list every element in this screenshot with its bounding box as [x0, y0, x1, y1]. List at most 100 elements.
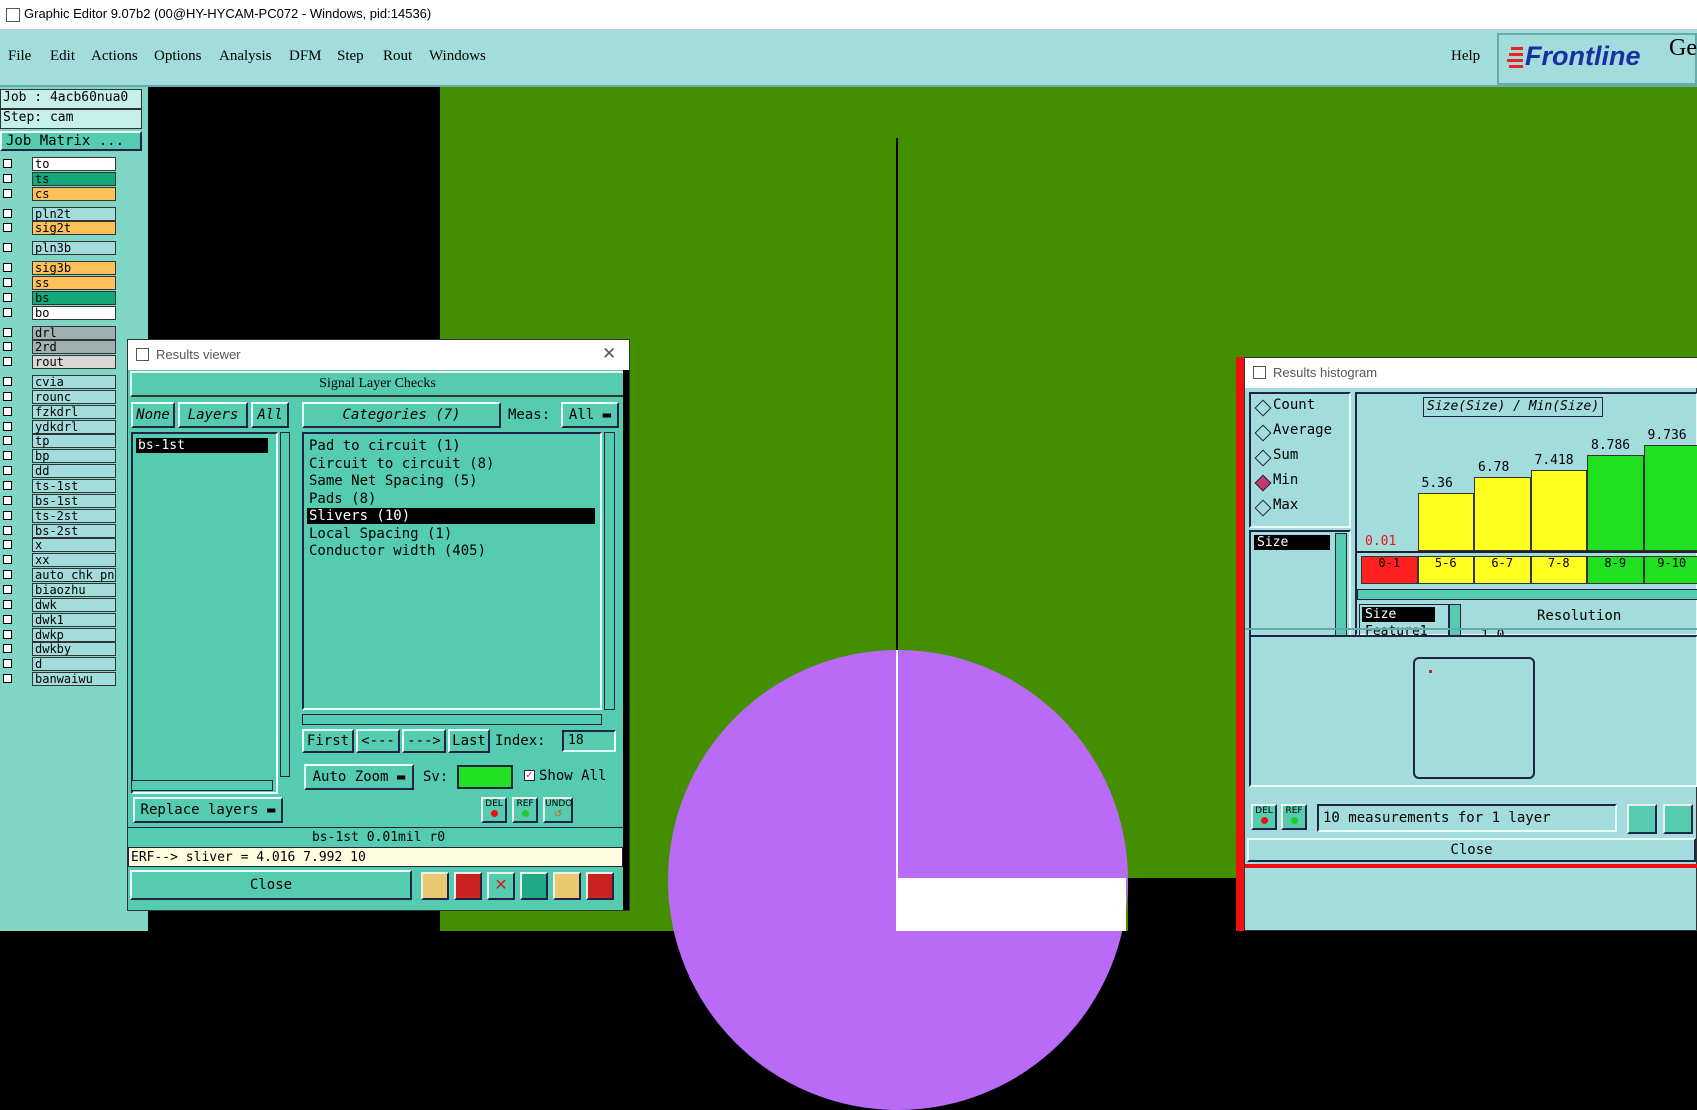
menu-rout[interactable]: Rout — [383, 48, 412, 65]
mode-radio-count[interactable] — [1255, 400, 1272, 417]
layer-row[interactable]: bp — [0, 449, 118, 463]
mode-radio-sum[interactable] — [1255, 450, 1272, 467]
histogram-bar[interactable] — [1587, 455, 1644, 551]
layer-checkbox[interactable] — [3, 659, 12, 668]
layer-name[interactable]: bp — [32, 449, 116, 463]
menu-file[interactable]: File — [8, 48, 31, 65]
layer-checkbox[interactable] — [3, 422, 12, 431]
layer-checkbox[interactable] — [3, 357, 12, 366]
category-item[interactable]: Pad to circuit (1) — [307, 438, 595, 454]
toolbar-histogram-icon[interactable] — [586, 872, 614, 900]
layer-row[interactable]: ts-2st — [0, 509, 118, 523]
next-button[interactable]: ---> — [402, 729, 446, 753]
toolbar-delete-icon[interactable]: ✕ — [487, 872, 515, 900]
first-button[interactable]: First — [302, 729, 354, 753]
layer-row[interactable]: dd — [0, 464, 118, 478]
categories-scrollbar[interactable] — [604, 432, 615, 710]
layer-row[interactable]: x — [0, 538, 118, 552]
layer-row[interactable]: drl — [0, 326, 118, 340]
layer-checkbox[interactable] — [3, 342, 12, 351]
category-item[interactable]: Conductor width (405) — [307, 543, 595, 559]
meas-dropdown[interactable]: All ▬ — [561, 402, 619, 428]
layer-name[interactable]: biaozhu — [32, 583, 116, 597]
layer-row[interactable]: 2rd — [0, 340, 118, 354]
layer-row[interactable]: sig2t — [0, 221, 118, 235]
layer-checkbox[interactable] — [3, 278, 12, 287]
close-icon[interactable]: ✕ — [602, 344, 616, 364]
layer-results-item[interactable]: bs-1st — [136, 438, 268, 453]
histogram-bar[interactable] — [1531, 470, 1588, 551]
layer-row[interactable]: ss — [0, 276, 118, 290]
layer-row[interactable]: xx — [0, 553, 118, 567]
layer-name[interactable]: xx — [32, 553, 116, 567]
layer-row[interactable]: ydkdrl — [0, 420, 118, 434]
histogram-bar[interactable] — [1644, 445, 1697, 551]
results-close-button[interactable]: Close — [130, 870, 412, 900]
category-item[interactable]: Circuit to circuit (8) — [307, 456, 595, 472]
layer-checkbox[interactable] — [3, 377, 12, 386]
layer-checkbox[interactable] — [3, 674, 12, 683]
histogram-category[interactable]: 5-6 — [1418, 556, 1475, 584]
layer-name[interactable]: bs-1st — [32, 494, 116, 508]
layer-name[interactable]: x — [32, 538, 116, 552]
layer-checkbox[interactable] — [3, 615, 12, 624]
zoom-fit-icon[interactable] — [1627, 804, 1657, 834]
layer-checkbox[interactable] — [3, 570, 12, 579]
layer-row[interactable]: bs-1st — [0, 494, 118, 508]
layer-name[interactable]: ss — [32, 276, 116, 290]
layer-checkbox[interactable] — [3, 392, 12, 401]
menu-edit[interactable]: Edit — [50, 48, 75, 65]
toolbar-highlight-icon[interactable] — [454, 872, 482, 900]
menu-windows[interactable]: Windows — [429, 48, 486, 65]
board-preview[interactable] — [1249, 635, 1697, 787]
layer-checkbox[interactable] — [3, 209, 12, 218]
categories-button[interactable]: Categories (7) — [302, 402, 501, 428]
layer-checkbox[interactable] — [3, 511, 12, 520]
layer-row[interactable]: fzkdrl — [0, 405, 118, 419]
layer-row[interactable]: cs — [0, 187, 118, 201]
mode-radio-max[interactable] — [1255, 500, 1272, 517]
menu-step[interactable]: Step — [337, 48, 364, 65]
layer-checkbox[interactable] — [3, 174, 12, 183]
layer-checkbox[interactable] — [3, 263, 12, 272]
layer-name[interactable]: dwk1 — [32, 613, 116, 627]
menu-help[interactable]: Help — [1451, 48, 1480, 65]
layer-checkbox[interactable] — [3, 159, 12, 168]
layer-name[interactable]: cvia — [32, 375, 116, 389]
layer-checkbox[interactable] — [3, 328, 12, 337]
results-viewer-titlebar[interactable]: Results viewer ✕ — [128, 340, 629, 370]
show-all-checkbox[interactable]: ✓ — [524, 770, 535, 781]
preview-del-button[interactable]: DEL — [1251, 804, 1277, 830]
layer-checkbox[interactable] — [3, 407, 12, 416]
layer-name[interactable]: drl — [32, 326, 116, 340]
categories-list[interactable]: Pad to circuit (1) Circuit to circuit (8)… — [302, 432, 602, 710]
layer-name[interactable]: dwkp — [32, 628, 116, 642]
histogram-category[interactable]: 8-9 — [1587, 556, 1644, 584]
layer-name[interactable]: tp — [32, 434, 116, 448]
index-input[interactable]: 18 — [562, 730, 616, 752]
layer-name[interactable]: ts-1st — [32, 479, 116, 493]
layer-list-hscrollbar[interactable] — [131, 780, 273, 791]
layer-row[interactable]: pln2t — [0, 207, 118, 221]
layer-name[interactable]: sig3b — [32, 261, 116, 275]
last-button[interactable]: Last — [448, 729, 490, 753]
layer-checkbox[interactable] — [3, 600, 12, 609]
layer-checkbox[interactable] — [3, 308, 12, 317]
layer-checkbox[interactable] — [3, 526, 12, 535]
layer-row[interactable]: tp — [0, 434, 118, 448]
menu-options[interactable]: Options — [154, 48, 202, 65]
category-item[interactable]: Same Net Spacing (5) — [307, 473, 595, 489]
layer-list-scrollbar[interactable] — [280, 432, 290, 777]
menu-actions[interactable]: Actions — [91, 48, 138, 65]
layer-row[interactable]: dwkby — [0, 642, 118, 656]
layer-row[interactable]: cvia — [0, 375, 118, 389]
layer-row[interactable]: auto_chk_pn — [0, 568, 118, 582]
layer-row[interactable]: dwkp — [0, 628, 118, 642]
layer-checkbox[interactable] — [3, 555, 12, 564]
histogram-bar[interactable] — [1418, 493, 1475, 551]
layer-name[interactable]: fzkdrl — [32, 405, 116, 419]
layer-name[interactable]: bo — [32, 306, 116, 320]
layer-checkbox[interactable] — [3, 585, 12, 594]
none-button[interactable]: None — [131, 402, 175, 428]
category-item[interactable]: Local Spacing (1) — [307, 526, 595, 542]
